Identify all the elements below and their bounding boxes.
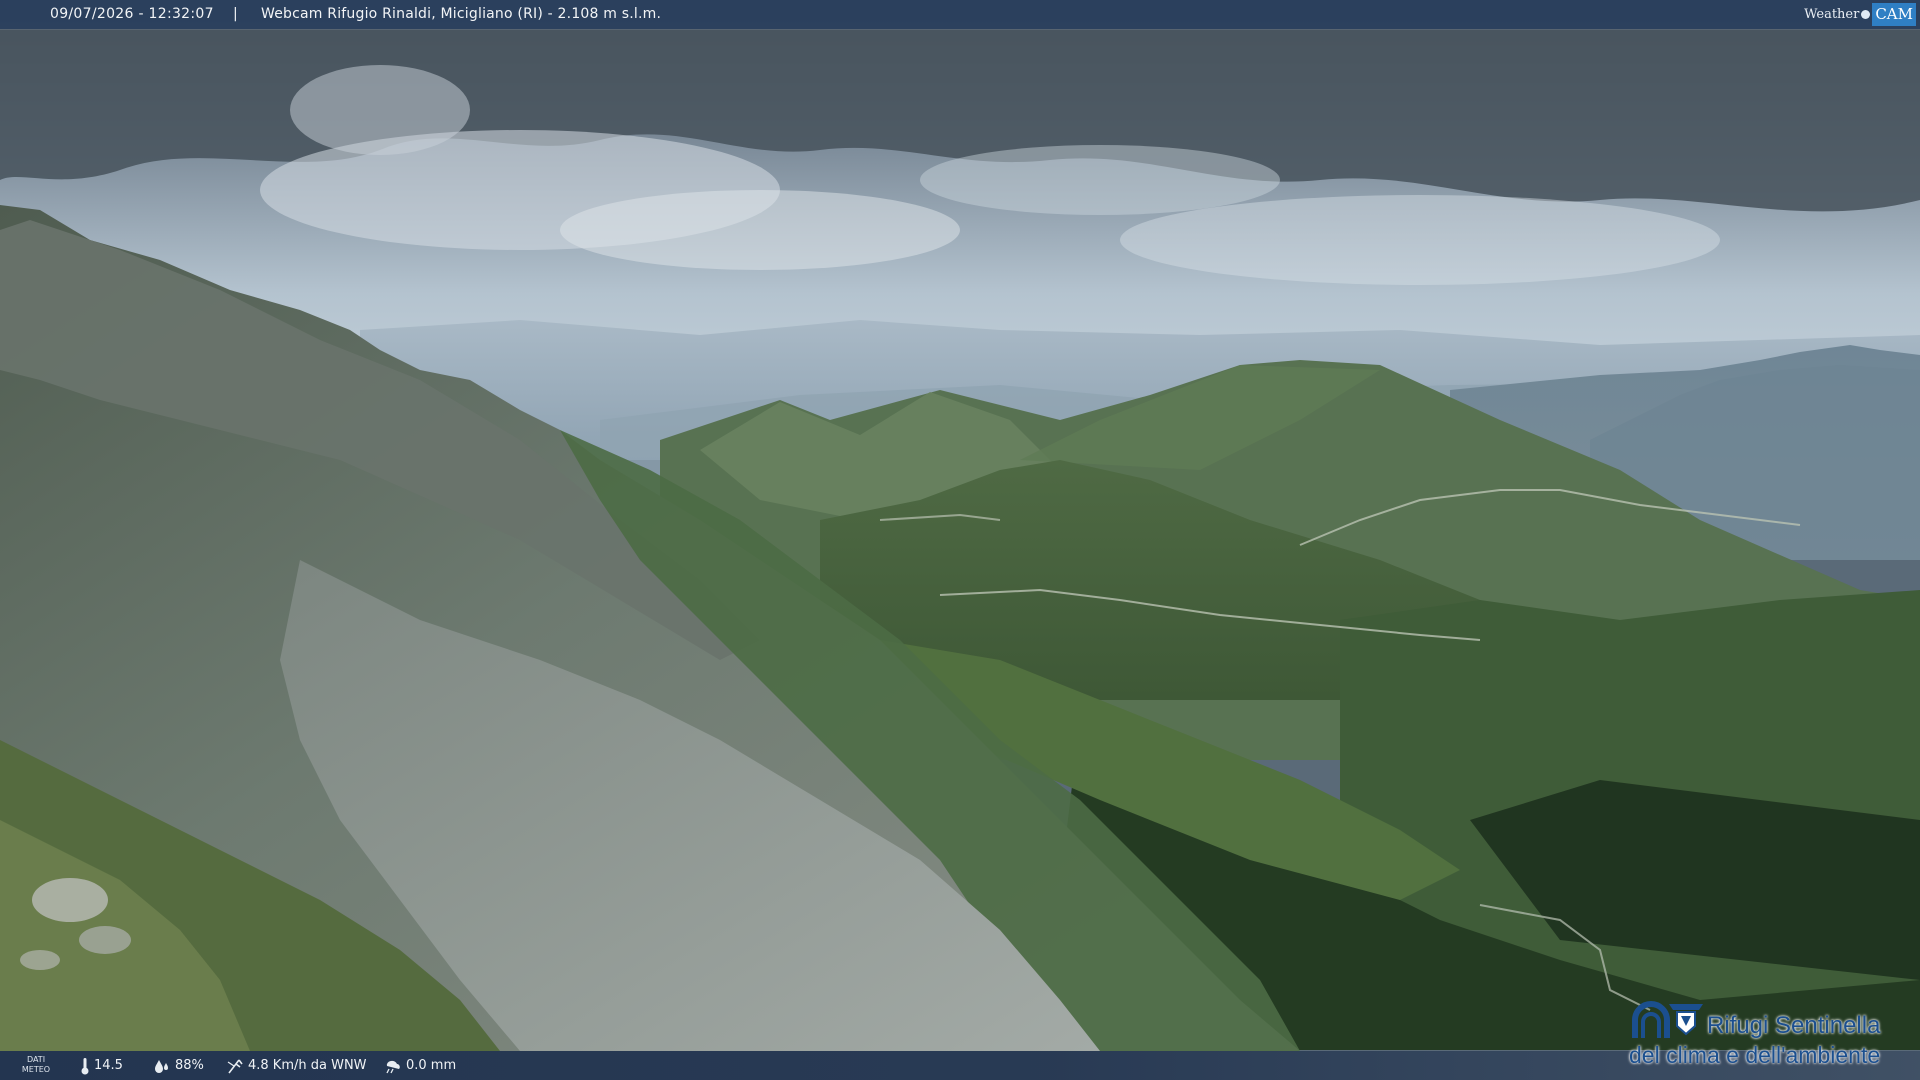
humidity-value: 88% — [175, 1058, 204, 1073]
webcam-image — [0, 0, 1920, 1051]
brand-weather-text: Weather — [1804, 7, 1860, 22]
wind-icon — [227, 1059, 243, 1073]
thermometer-icon — [81, 1057, 89, 1074]
weather-label-line2: METEO — [21, 1065, 51, 1074]
temperature-value: 14.5 — [94, 1058, 123, 1073]
rifugi-sentinella-logo-icon — [1632, 1001, 1703, 1038]
brand-cam-text: CAM — [1872, 3, 1916, 26]
brand-dot-icon — [1861, 10, 1871, 19]
title-separator: | — [233, 6, 238, 22]
logo-tagline: del clima e dell'ambiente — [1629, 1042, 1881, 1068]
temperature-reading: 14.5 — [80, 1051, 123, 1080]
capture-datetime: 09/07/2026 - 12:32:07 — [50, 6, 214, 22]
rain-value: 0.0 mm — [406, 1058, 457, 1073]
rain-reading: 0.0 mm — [384, 1051, 456, 1080]
weather-label-line1: DATI — [26, 1055, 46, 1064]
logo-name: Rifugi Sentinella — [1707, 1012, 1881, 1039]
rifugi-sentinella-logo: Rifugi Sentinella del clima e dell'ambie… — [1625, 996, 1915, 1074]
weathercam-brand-logo: Weather CAM — [1804, 3, 1916, 26]
top-info-bar: 09/07/2026 - 12:32:07 | Webcam Rifugio R… — [0, 0, 1920, 29]
weather-data-label: DATI METEO — [18, 1055, 54, 1075]
humidity-reading: 88% — [153, 1051, 204, 1080]
wind-reading: 4.8 Km/h da WNW — [226, 1051, 367, 1080]
rain-icon — [386, 1060, 400, 1073]
wind-value: 4.8 Km/h da WNW — [248, 1058, 367, 1073]
droplet-icon — [155, 1059, 168, 1073]
webcam-title: Webcam Rifugio Rinaldi, Micigliano (RI) … — [261, 6, 662, 22]
